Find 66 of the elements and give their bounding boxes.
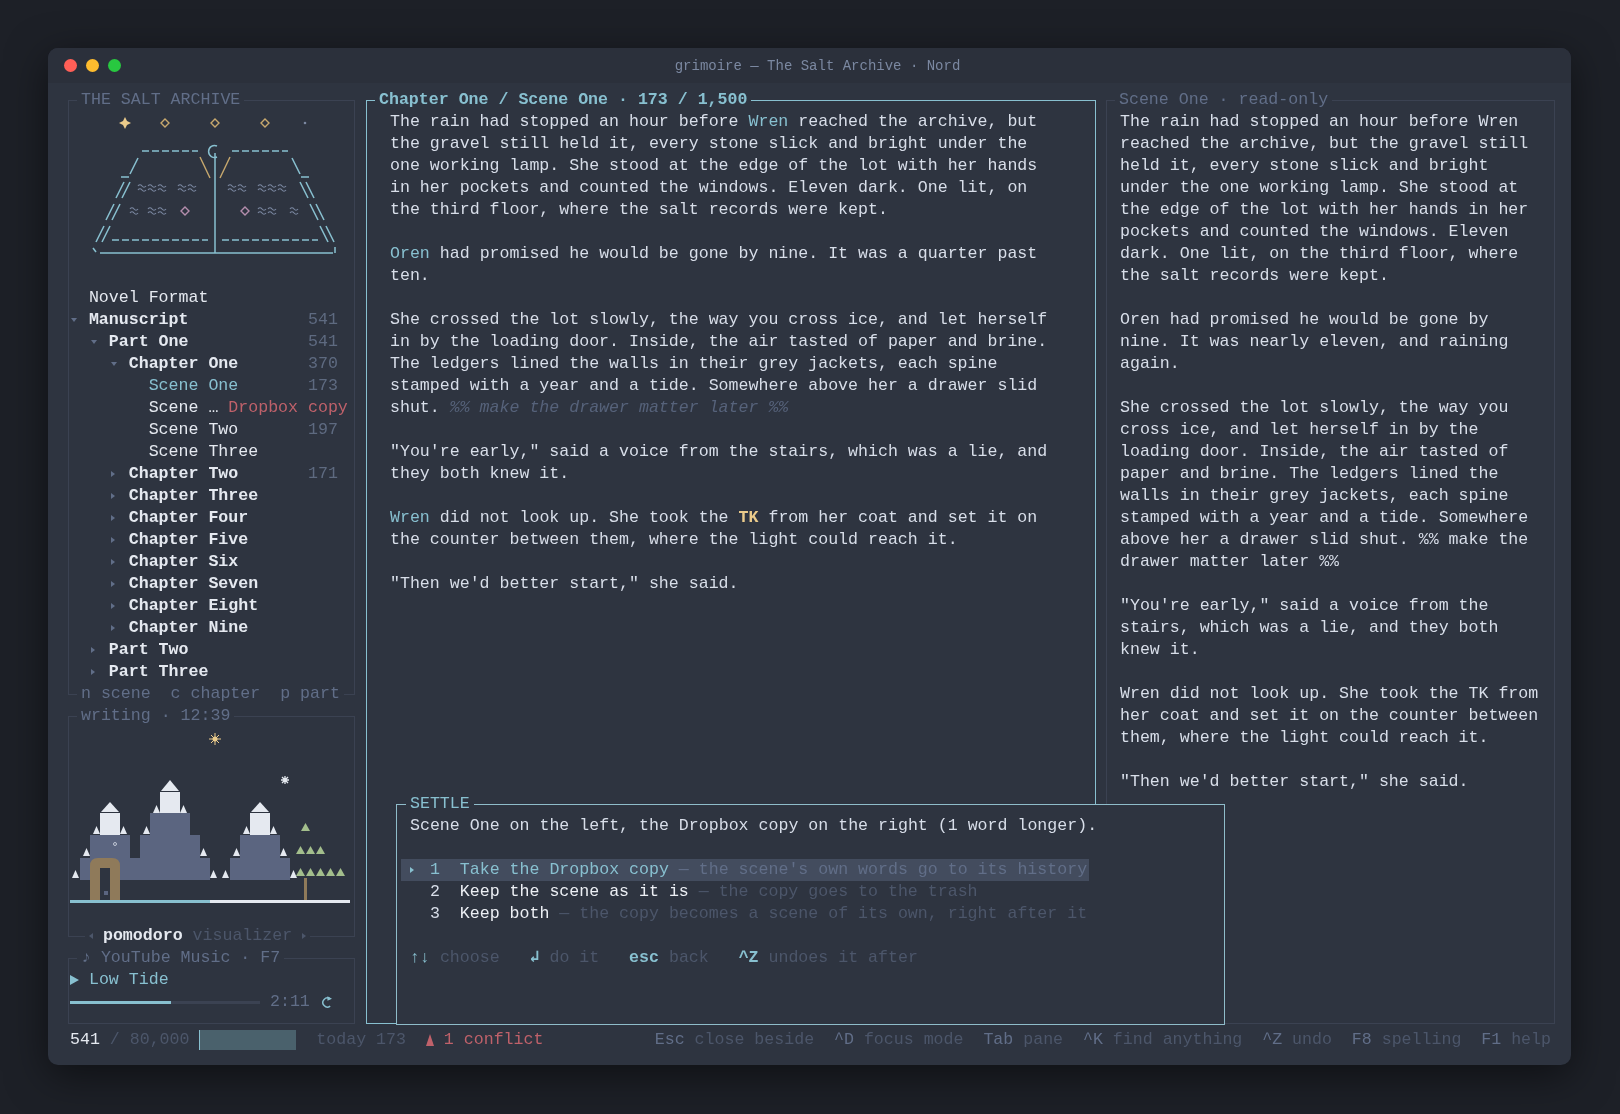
tree-item[interactable]: Chapter Eight (128, 595, 259, 617)
paragraph-text: "You're early," said a voice from the stairs, which was a lie, and they both knew it. (390, 441, 1049, 485)
tree-item[interactable]: Scene … (148, 397, 219, 419)
caret-icon[interactable] (110, 603, 115, 609)
caret-icon[interactable] (90, 340, 97, 344)
caret-icon[interactable] (110, 515, 115, 521)
track-title: Low Tide (88, 969, 169, 991)
word-count: 173 (308, 375, 339, 397)
paragraph-text: "Then we'd better start," she said. (390, 573, 740, 595)
paragraph-text: Wren did not look up. She took the TK from her coat and set it on the counter between them, where the light could reach it. (1120, 683, 1540, 749)
tree-item[interactable]: Novel Format (88, 287, 209, 309)
word-count: 541 (70, 1029, 100, 1051)
word-count: 370 (308, 353, 339, 375)
tree-item[interactable]: Chapter Six (128, 551, 239, 573)
tree-item[interactable]: Part Two (108, 639, 189, 661)
conflict-tag: Dropbox copy (228, 397, 348, 419)
dialog-message: Scene One on the left, the Dropbox copy on the right (1 word longer). (410, 815, 1099, 837)
caret-icon[interactable] (110, 625, 115, 631)
tree-item[interactable]: Scene Three (148, 441, 259, 463)
tree-item[interactable]: Part Three (108, 661, 209, 683)
paragraph-text: "You're early," said a voice from the stairs, which was a lie, and they both knew it. (1120, 595, 1500, 661)
caret-icon[interactable] (90, 647, 95, 653)
caret-icon[interactable] (110, 537, 115, 543)
caret-icon[interactable] (110, 581, 115, 587)
left-triangle-icon[interactable] (89, 933, 93, 939)
warning-icon (425, 1034, 434, 1046)
tree-item[interactable]: Scene Two (148, 419, 239, 441)
paragraph-text: Oren had promised he would be gone by nine. It was a quarter past ten. (390, 243, 1039, 287)
tree-item[interactable]: Scene One (148, 375, 239, 397)
paragraph-text: The rain had stopped an hour before Wren reached the archive, but the gravel still held it, every stone slick and bright under the one working lamp. She stood at the edge of the lot with her hands in her pockets and counted the windows. Eleven dark. One lit, on the third floor, where the salt records were kept. (1120, 111, 1530, 287)
play-icon[interactable] (70, 975, 79, 985)
caret-icon (410, 867, 414, 873)
tab[interactable]: pomodoro (102, 925, 183, 947)
word-count: 541 (308, 331, 339, 353)
paragraph-text: "Then we'd better start," she said. (1120, 771, 1470, 793)
right-triangle-icon[interactable] (302, 933, 307, 939)
paragraph-text: She crossed the lot slowly, the way you cross ice, and let herself in by the loading door. Inside, the air tasted of paper and brine. The ledgers lined the walls in their grey jackets, each spine stamped with a year and a tide. Somewhere above her a drawer slid shut. %% make the drawer matter later %% (390, 309, 1049, 419)
paragraph-text: She crossed the lot slowly, the way you cross ice, and let herself in by the loading door. Inside, the air tasted of paper and brine. The ledgers lined the walls in their grey jackets, each spine stamped with a year and a tide. Somewhere above her a drawer slid shut. %% make the drawer matter later %% (1120, 397, 1530, 573)
word-count: 171 (308, 463, 339, 485)
tree-item[interactable]: Part One (108, 331, 189, 353)
paragraph-text: Oren had promised he would be gone by nine. It was nearly eleven, and raining again. (1120, 309, 1510, 375)
track-time: 2:11 (270, 991, 310, 1013)
reload-icon[interactable] (321, 995, 332, 1009)
tree-item[interactable]: Chapter One (128, 353, 239, 375)
caret-icon[interactable] (110, 362, 117, 366)
caret-icon[interactable] (71, 318, 77, 322)
caret-icon[interactable] (90, 669, 95, 675)
word-count: 541 (308, 309, 339, 331)
paragraph-text: Wren did not look up. She took the TK from her coat and set it on the counter between them, where the light could reach it. (390, 507, 1039, 551)
tree-item[interactable]: Chapter Nine (128, 617, 249, 639)
tree-item[interactable]: Chapter Seven (128, 573, 259, 595)
caret-icon[interactable] (110, 493, 115, 499)
window-title: grimoire — The Salt Archive · Nord (674, 57, 961, 74)
close-button[interactable] (64, 59, 77, 72)
tree-item[interactable]: Chapter Two (128, 463, 239, 485)
caret-icon[interactable] (110, 471, 115, 477)
tree-item[interactable]: Manuscript (88, 309, 189, 331)
word-count: 197 (308, 419, 339, 441)
paragraph-text: The rain had stopped an hour before Wren reached the archive, but the gravel still held it, every stone slick and bright under the one working lamp. She stood at the edge of the lot with her hands in her pockets and counted the windows. Eleven dark. One lit, on the third floor, where the salt records were kept. (390, 111, 1039, 221)
tree-item[interactable]: Chapter Five (128, 529, 249, 551)
tree-item[interactable]: Chapter Four (128, 507, 249, 529)
progress-track[interactable] (70, 1000, 260, 1004)
minimize-button[interactable] (86, 59, 99, 72)
caret-icon[interactable] (110, 559, 115, 565)
tree-item[interactable]: Chapter Three (128, 485, 259, 507)
maximize-button[interactable] (108, 59, 121, 72)
